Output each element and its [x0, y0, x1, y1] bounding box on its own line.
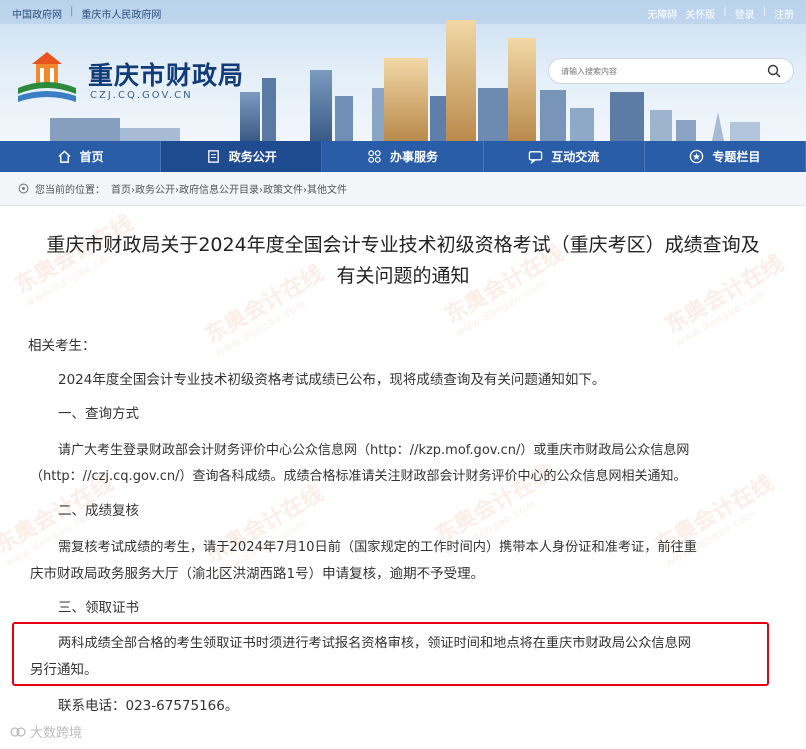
- star-icon: [690, 149, 704, 164]
- main-nav: 首页 政务公开 办事服务 互动交流 专题栏目: [0, 141, 806, 172]
- link-cq-gov[interactable]: 重庆市人民政府网: [81, 6, 161, 21]
- contact-phone: 联系电话：023-67575166。: [58, 698, 239, 714]
- paragraph-line: 庆市财政局政务服务大厅（渝北区洪湖西路1号）申请复核，逾期不予受理。: [30, 566, 485, 582]
- breadcrumb-path[interactable]: 首页›政务公开›政府信息公开目录›政策文件›其他文件: [111, 181, 347, 196]
- nav-label: 首页: [79, 150, 104, 164]
- article-title: 重庆市财政局关于2024年度全国会计专业技术初级资格考试（重庆考区）成绩查询及 …: [0, 230, 806, 292]
- site-logo-icon[interactable]: [14, 48, 80, 108]
- nav-item-government-affairs[interactable]: 政务公开: [161, 141, 323, 172]
- nav-item-topics[interactable]: 专题栏目: [645, 141, 806, 172]
- nav-label: 互动交流: [551, 150, 600, 164]
- search-input[interactable]: [561, 64, 761, 79]
- search-box[interactable]: [548, 58, 794, 84]
- nav-label: 专题栏目: [712, 150, 761, 164]
- section-heading: 二、成绩复核: [58, 503, 139, 519]
- corner-watermark: 大数跨境: [10, 722, 82, 741]
- nav-item-home[interactable]: 首页: [0, 141, 162, 172]
- grid-icon: [368, 150, 381, 163]
- divider: |: [70, 6, 74, 17]
- link-login[interactable]: 登录: [735, 6, 755, 21]
- home-icon: [57, 150, 71, 163]
- salutation: 相关考生：: [28, 338, 96, 354]
- site-domain: CZJ.CQ.GOV.CN: [90, 90, 193, 101]
- highlight-annotation-box: [12, 622, 769, 686]
- paragraph-line: 需复核考试成绩的考生，请于2024年7月10日前（国家规定的工作时间内）携带本人…: [58, 540, 697, 555]
- link-register[interactable]: 注册: [774, 6, 794, 21]
- site-name[interactable]: 重庆市财政局: [88, 56, 244, 92]
- document-icon: [207, 150, 219, 163]
- top-left-links: 中国政府网 | 重庆市人民政府网: [12, 6, 161, 21]
- link-accessibility[interactable]: 无障碍: [647, 6, 677, 21]
- breadcrumb-prefix: 您当前的位置：: [35, 185, 105, 196]
- divider: |: [723, 6, 727, 17]
- intro-paragraph: 2024年度全国会计专业技术初级资格考试成绩已公布，现将成绩查询及有关问题通知如…: [58, 372, 606, 388]
- top-right-links: 无障碍 关怀版 | 登录 | 注册: [647, 6, 794, 21]
- nav-item-interaction[interactable]: 互动交流: [484, 141, 645, 172]
- article-area: 东奥会计在线 www.dongao.com 东奥会计在线 www.dongao.co…: [0, 206, 806, 749]
- search-icon[interactable]: [767, 64, 781, 78]
- link-care-mode[interactable]: 关怀版: [685, 6, 715, 21]
- chat-icon: [528, 151, 543, 164]
- article-title-line: 重庆市财政局关于2024年度全国会计专业技术初级资格考试（重庆考区）成绩查询及: [46, 234, 760, 256]
- corner-watermark-text: 大数跨境: [30, 726, 83, 741]
- nav-item-services[interactable]: 办事服务: [322, 141, 484, 172]
- location-icon: [18, 183, 29, 194]
- link-gov-cn[interactable]: 中国政府网: [12, 6, 62, 21]
- breadcrumb: 您当前的位置： 首页›政务公开›政府信息公开目录›政策文件›其他文件: [0, 172, 806, 206]
- site-header: 中国政府网 | 重庆市人民政府网 无障碍 关怀版 | 登录 | 注册 重庆市财政…: [0, 0, 806, 141]
- bottom-mark-icon: [10, 726, 26, 737]
- paragraph-line: （http：//czj.cq.gov.cn/）查询各科成绩。成绩合格标准请关注财…: [30, 469, 687, 484]
- nav-label: 政务公开: [228, 150, 277, 164]
- divider: |: [762, 6, 766, 17]
- section-heading: 一、查询方式: [58, 406, 139, 422]
- top-links-bar: 中国政府网 | 重庆市人民政府网 无障碍 关怀版 | 登录 | 注册: [0, 0, 806, 24]
- section-heading: 三、领取证书: [58, 600, 139, 616]
- paragraph-line: 请广大考生登录财政部会计财务评价中心公众信息网（http：//kzp.mof.g…: [58, 443, 690, 458]
- nav-label: 办事服务: [390, 150, 439, 164]
- article-title-line: 有关问题的通知: [336, 265, 470, 287]
